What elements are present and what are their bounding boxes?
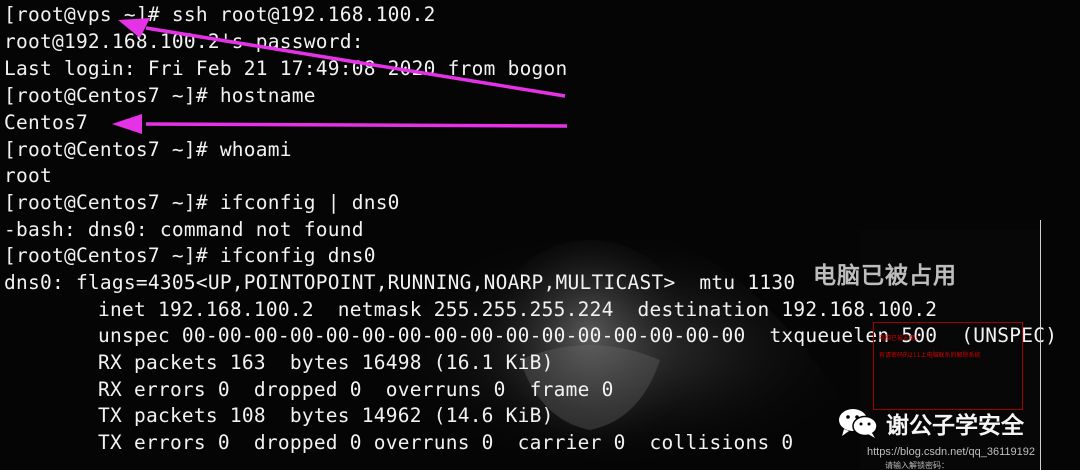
wechat-icon xyxy=(839,409,878,438)
unlock-password-hint: 请输入解锁密码： xyxy=(885,461,949,470)
arrowhead-icon xyxy=(112,114,142,134)
wechat-account-name: 谢公子学安全 xyxy=(886,413,1024,439)
arrow-annotation xyxy=(145,122,568,128)
blog-url-watermark: https://blog.csdn.net/qq_36119192 xyxy=(867,446,1035,458)
arrow-annotation xyxy=(145,26,566,98)
annotation-arrows xyxy=(112,18,568,134)
arrowhead-icon xyxy=(118,18,150,38)
wechat-watermark: 谢公子学安全 xyxy=(838,406,1024,440)
terminal-window[interactable]: [root@vps ~]# ssh root@192.168.100.2 roo… xyxy=(0,0,1080,470)
